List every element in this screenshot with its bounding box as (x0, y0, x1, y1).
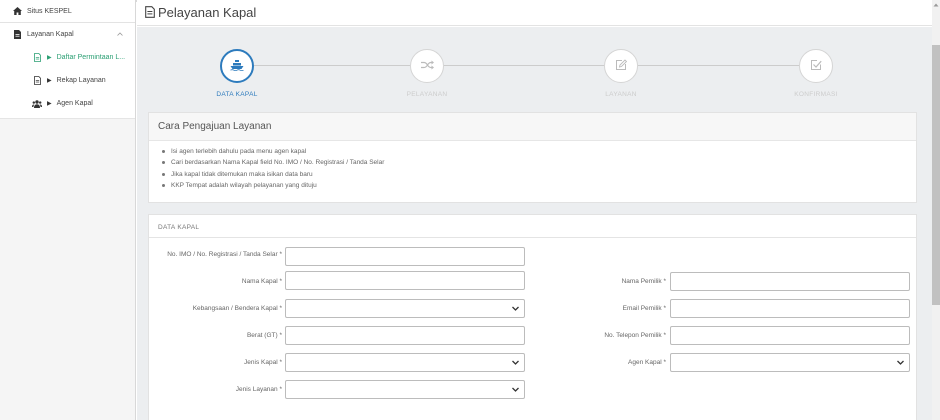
step-connector (254, 65, 410, 66)
step-label-layanan: LAYANAN (605, 91, 637, 98)
step-label-pelayanan: PELAYANAN (406, 91, 448, 98)
nama-kapal-input[interactable] (285, 271, 525, 290)
page-scrollbar[interactable] (932, 0, 940, 420)
users-icon (32, 99, 42, 108)
step-label-konfirmasi: KONFIRMASI (794, 91, 838, 98)
scrollbar-thumb[interactable] (932, 45, 940, 305)
step-connector (444, 65, 604, 66)
jenis-layanan-label: Jenis Layanan * (235, 386, 282, 393)
ship-icon (230, 59, 244, 74)
telepon-pemilik-input[interactable] (670, 326, 910, 345)
sidebar-subitem-agen-kapal[interactable]: ▶ Agen Kapal (0, 92, 135, 115)
main-content: DATA KAPAL PELAYANAN LAYANAN KONFIRMASI … (137, 27, 932, 420)
sidebar-subitem-daftar-permintaan[interactable]: ▶ Daftar Permintaan L... (0, 46, 135, 69)
agen-kapal-select[interactable] (670, 353, 910, 372)
berat-label: Berat (GT) * (246, 332, 282, 339)
email-pemilik-input[interactable] (670, 299, 910, 318)
step-connector (638, 65, 799, 66)
kebangsaan-select[interactable] (285, 299, 525, 318)
sidebar-menu: Situs KESPEL Layanan Kapal ▶ Daftar Perm… (0, 0, 135, 119)
caret-right-icon: ▶ (47, 101, 52, 107)
telepon-pemilik-label: No. Telepon Pemilik * (604, 332, 666, 339)
sidebar-item-label: Situs KESPEL (27, 7, 72, 15)
sidebar-item-label: Agen Kapal (56, 100, 93, 107)
wizard-stepper: DATA KAPAL PELAYANAN LAYANAN KONFIRMASI (137, 27, 932, 111)
document-icon (32, 53, 42, 62)
scroll-up-arrow-icon[interactable] (933, 2, 939, 8)
sidebar-item-situs-kespel[interactable]: Situs KESPEL (0, 0, 135, 23)
sidebar-item-label: Rekap Layanan (56, 77, 106, 84)
jenis-kapal-label: Jenis Kapal * (244, 359, 282, 366)
page-header: Pelayanan Kapal (137, 0, 932, 26)
home-icon (12, 7, 22, 15)
check-square-icon (810, 59, 822, 74)
jenis-kapal-select[interactable] (285, 353, 525, 372)
edit-icon (615, 58, 628, 74)
shuffle-icon (420, 60, 434, 73)
jenis-layanan-select[interactable] (285, 380, 525, 399)
chevron-down-icon (511, 304, 520, 313)
form-panel-title: DATA KAPAL (149, 215, 916, 238)
imo-input[interactable] (285, 247, 525, 266)
instruction-list: Isi agen terlebih dahulu pada menu agen … (149, 141, 916, 191)
step-data-kapal[interactable] (220, 49, 254, 83)
chevron-down-icon (511, 358, 520, 367)
sidebar-item-label: Daftar Permintaan L... (56, 54, 126, 61)
document-icon (32, 76, 42, 85)
sidebar: Situs KESPEL Layanan Kapal ▶ Daftar Perm… (0, 0, 136, 420)
agen-kapal-label: Agen Kapal * (628, 359, 666, 366)
berat-input[interactable] (285, 326, 525, 345)
document-icon (145, 5, 155, 20)
form-panel: DATA KAPAL No. IMO / No. Registrasi / Ta… (148, 214, 917, 420)
step-label-data-kapal: DATA KAPAL (216, 91, 258, 98)
step-konfirmasi[interactable] (799, 49, 833, 83)
chevron-up-icon[interactable] (117, 31, 123, 38)
list-item: Cari berdasarkan Nama Kapal field No. IM… (161, 157, 916, 168)
list-item: Jika kapal tidak ditemukan maka isikan d… (161, 169, 916, 180)
page-title: Pelayanan Kapal (158, 5, 257, 20)
info-panel: Cara Pengajuan Layanan Isi agen terlebih… (148, 112, 917, 203)
sidebar-item-layanan-kapal[interactable]: Layanan Kapal (0, 23, 135, 46)
caret-right-icon: ▶ (47, 55, 52, 61)
step-layanan[interactable] (604, 49, 638, 83)
step-pelayanan[interactable] (410, 49, 444, 83)
kebangsaan-label: Kebangsaan / Bendera Kapal * (192, 305, 282, 312)
list-item: KKP Tempat adalah wilayah pelayanan yang… (161, 180, 916, 191)
nama-kapal-label: Nama Kapal * (241, 278, 282, 285)
file-icon (12, 30, 22, 39)
imo-field-label: No. IMO / No. Registrasi / Tanda Selar * (167, 251, 282, 258)
email-pemilik-label: Email Pemilik * (622, 305, 666, 312)
sidebar-subitem-rekap-layanan[interactable]: ▶ Rekap Layanan (0, 69, 135, 92)
chevron-down-icon (896, 358, 905, 367)
info-panel-title: Cara Pengajuan Layanan (149, 113, 916, 141)
list-item: Isi agen terlebih dahulu pada menu agen … (161, 146, 916, 157)
caret-right-icon: ▶ (47, 78, 52, 84)
nama-pemilik-input[interactable] (670, 272, 910, 291)
chevron-down-icon (511, 385, 520, 394)
sidebar-item-label: Layanan Kapal (27, 31, 74, 38)
info-panel-body: Isi agen terlebih dahulu pada menu agen … (149, 141, 916, 191)
nama-pemilik-label: Nama Pemilik * (621, 278, 666, 285)
